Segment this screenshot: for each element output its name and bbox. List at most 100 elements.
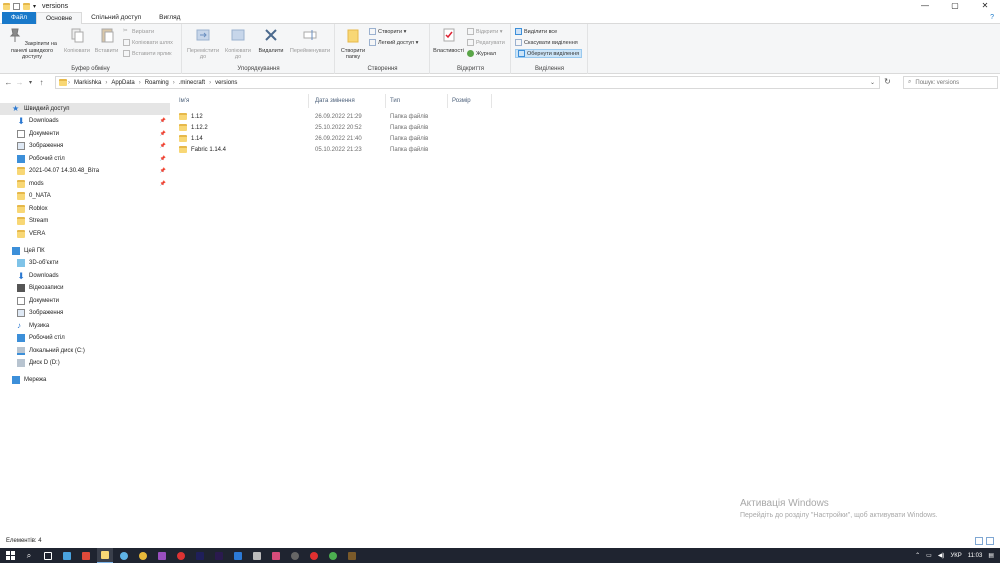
- tab-share[interactable]: Спільний доступ: [82, 12, 150, 24]
- nav-quick-access[interactable]: ★ Швидкий доступ: [0, 103, 170, 115]
- history-button[interactable]: Журнал: [467, 49, 496, 58]
- volume-icon[interactable]: ◀): [938, 552, 945, 559]
- clock[interactable]: 11:03: [968, 553, 983, 559]
- nav-item-music[interactable]: ♪ Музика: [0, 320, 170, 332]
- easy-access-button[interactable]: Легкий доступ ▾: [369, 38, 418, 47]
- taskbar-premiere[interactable]: [211, 548, 227, 563]
- taskbar-opera[interactable]: [306, 548, 322, 563]
- help-icon[interactable]: ?: [990, 14, 994, 21]
- nav-item-folder-vita[interactable]: 2021-04.07 14.30.48_Віта 📌: [0, 165, 170, 177]
- back-arrow-icon[interactable]: ←: [3, 78, 14, 87]
- tab-view[interactable]: Вигляд: [150, 12, 189, 24]
- taskbar-app[interactable]: [268, 548, 284, 563]
- nav-item-nata[interactable]: 0_NATA: [0, 190, 170, 202]
- search-taskbar-button[interactable]: ⌕: [21, 548, 37, 563]
- pin-quick-access-button[interactable]: Закріпити на панелі швидкого доступу: [3, 27, 61, 61]
- taskbar-app[interactable]: [154, 548, 170, 563]
- address-bar[interactable]: › Markishka › AppData › Roaming › .minec…: [55, 76, 880, 89]
- details-view-icon[interactable]: [975, 537, 983, 545]
- taskbar-minecraft[interactable]: [344, 548, 360, 563]
- tab-file[interactable]: Файл: [2, 11, 36, 24]
- nav-item-pc-documents[interactable]: Документи: [0, 295, 170, 307]
- task-view-button[interactable]: [40, 548, 56, 563]
- refresh-icon[interactable]: ↻: [882, 77, 893, 88]
- copy-button[interactable]: Копіювати: [62, 27, 92, 54]
- invert-selection-button[interactable]: Обернути виділення: [515, 49, 583, 58]
- nav-network[interactable]: Мережа: [0, 374, 170, 386]
- taskbar-app[interactable]: [230, 548, 246, 563]
- new-folder-icon[interactable]: [23, 2, 30, 10]
- recent-locations-icon[interactable]: ▾: [25, 79, 36, 86]
- taskbar-app[interactable]: [249, 548, 265, 563]
- nav-item-drive-d[interactable]: Диск D (D:): [0, 357, 170, 369]
- paste-shortcut-button[interactable]: Вставити ярлик: [123, 49, 172, 58]
- address-dropdown-icon[interactable]: ⌄: [870, 79, 875, 86]
- taskbar-chrome[interactable]: [135, 548, 151, 563]
- select-all-button[interactable]: Виділити все: [515, 27, 557, 36]
- column-header-name[interactable]: Ім'я: [175, 94, 309, 108]
- forward-arrow-icon[interactable]: →: [14, 78, 25, 87]
- tab-home[interactable]: Основне: [35, 11, 83, 24]
- taskbar-app[interactable]: [116, 548, 132, 563]
- breadcrumb-roaming[interactable]: Roaming: [145, 80, 169, 86]
- start-button[interactable]: [2, 548, 18, 563]
- table-row[interactable]: 1.14 26.09.2022 21:40 Папка файлів: [179, 133, 979, 144]
- copy-path-button[interactable]: Копіювати шлях: [123, 38, 173, 47]
- properties-button[interactable]: Властивості: [432, 27, 465, 54]
- column-header-date[interactable]: Дата змінення: [311, 94, 386, 108]
- new-item-button[interactable]: Створити ▾: [369, 27, 406, 36]
- nav-item-3d-objects[interactable]: 3D-об'єкти: [0, 257, 170, 269]
- large-icons-view-icon[interactable]: [986, 537, 994, 545]
- nav-item-pc-downloads[interactable]: ⬇ Downloads: [0, 270, 170, 282]
- taskbar-file-explorer[interactable]: [97, 548, 113, 563]
- open-button[interactable]: Відкрити ▾: [467, 27, 503, 36]
- nav-item-documents[interactable]: Документи 📌: [0, 128, 170, 140]
- paste-button[interactable]: Вставити: [93, 27, 120, 54]
- copy-to-button[interactable]: Копіювати до: [222, 27, 254, 61]
- cut-button[interactable]: ✂ Вирізати: [123, 27, 154, 36]
- breadcrumb-markishka[interactable]: Markishka: [74, 80, 101, 86]
- maximize-button[interactable]: ▢: [940, 0, 970, 12]
- minimize-button[interactable]: —: [910, 0, 940, 12]
- nav-item-desktop[interactable]: Робочий стіл 📌: [0, 153, 170, 165]
- nav-item-pc-desktop[interactable]: Робочий стіл: [0, 332, 170, 344]
- taskbar-after-effects[interactable]: [192, 548, 208, 563]
- nav-this-pc[interactable]: Цей ПК: [0, 245, 170, 257]
- nav-item-stream[interactable]: Stream: [0, 215, 170, 227]
- customize-toolbar-icon[interactable]: ▾: [33, 3, 36, 10]
- nav-item-mods[interactable]: mods 📌: [0, 178, 170, 190]
- properties-checkbox-icon[interactable]: [13, 2, 20, 10]
- network-icon[interactable]: ▭: [926, 552, 932, 559]
- nav-item-drive-c[interactable]: Локальний диск (C:): [0, 345, 170, 357]
- nav-item-downloads[interactable]: ⬇ Downloads 📌: [0, 115, 170, 127]
- breadcrumb-minecraft[interactable]: .minecraft: [179, 80, 205, 86]
- taskbar-chrome[interactable]: [325, 548, 341, 563]
- language-indicator[interactable]: УКР: [950, 553, 961, 559]
- column-header-size[interactable]: Розмір: [448, 94, 492, 108]
- move-to-button[interactable]: Перемістити до: [185, 27, 221, 61]
- select-none-button[interactable]: Скасувати виділення: [515, 38, 578, 47]
- up-arrow-icon[interactable]: ↑: [36, 78, 47, 87]
- breadcrumb-appdata[interactable]: AppData: [111, 80, 134, 86]
- delete-button[interactable]: Видалити: [256, 27, 286, 54]
- tray-overflow-icon[interactable]: ⌃: [915, 552, 920, 559]
- nav-item-videos[interactable]: Відеозаписи: [0, 282, 170, 294]
- rename-button[interactable]: Перейменувати: [287, 27, 333, 54]
- nav-item-vera[interactable]: VERA: [0, 228, 170, 240]
- table-row[interactable]: 1.12.2 25.10.2022 20:52 Папка файлів: [179, 122, 979, 133]
- nav-item-pc-pictures[interactable]: Зображення: [0, 307, 170, 319]
- taskbar-app[interactable]: [59, 548, 75, 563]
- taskbar-app[interactable]: [173, 548, 189, 563]
- taskbar-app[interactable]: [78, 548, 94, 563]
- search-input[interactable]: ⌕ Пошук: versions: [903, 76, 998, 89]
- taskbar-app[interactable]: [287, 548, 303, 563]
- nav-item-pictures[interactable]: Зображення 📌: [0, 140, 170, 152]
- new-folder-button[interactable]: Створити папку: [338, 27, 368, 61]
- edit-button[interactable]: Редагувати: [467, 38, 505, 47]
- table-row[interactable]: 1.12 26.09.2022 21:29 Папка файлів: [179, 111, 979, 122]
- column-header-type[interactable]: Тип: [386, 94, 448, 108]
- nav-item-roblox[interactable]: Roblox: [0, 203, 170, 215]
- breadcrumb-versions[interactable]: versions: [215, 80, 237, 86]
- table-row[interactable]: Fabric 1.14.4 05.10.2022 21:23 Папка фай…: [179, 144, 979, 155]
- close-button[interactable]: ✕: [970, 0, 1000, 12]
